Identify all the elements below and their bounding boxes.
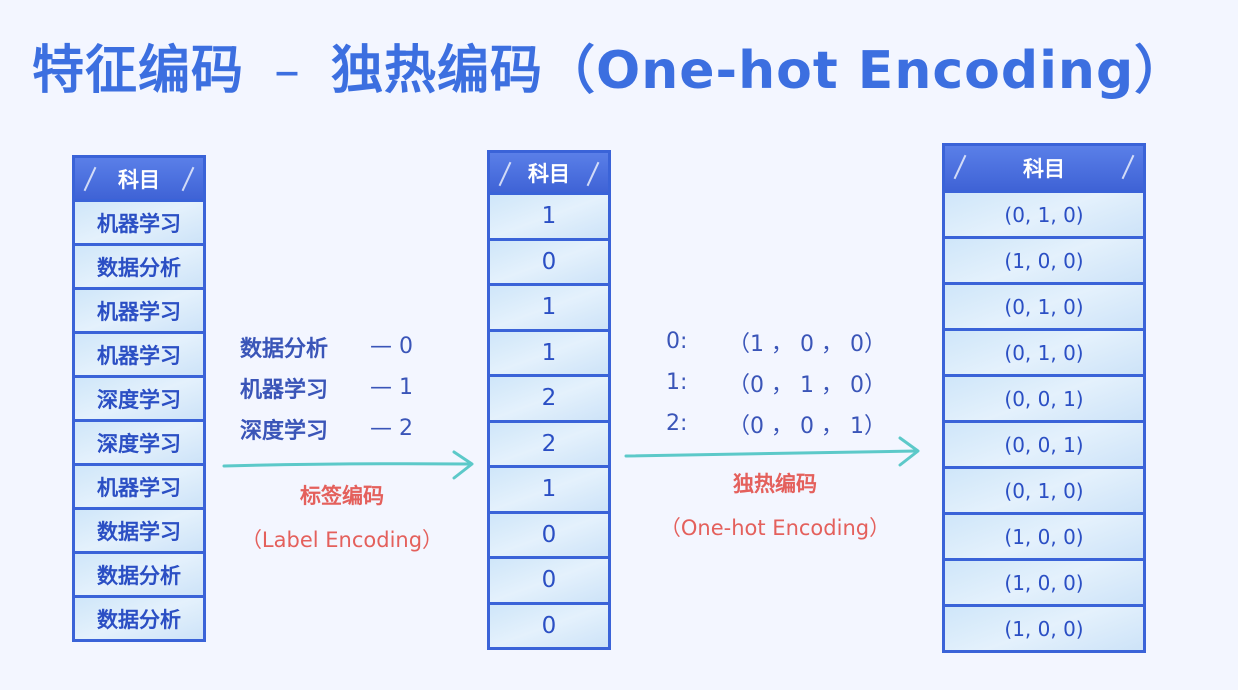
onehot-encoding-caption-sub: （One-hot Encoding） xyxy=(659,516,891,540)
onehot-table-cell: (1, 0, 0) xyxy=(942,604,1146,653)
label-table-cell: 2 xyxy=(487,374,611,423)
onehot-table-cell: (0, 0, 1) xyxy=(942,374,1146,423)
label-encoding-caption-main: 标签编码 xyxy=(300,484,384,508)
label-table-cell: 0 xyxy=(487,601,611,650)
mapping-code: — 2 xyxy=(370,416,413,441)
onehot-table-cell: (0, 0, 1) xyxy=(942,420,1146,469)
onehot-vector: （0 ， 1 ， 0） xyxy=(728,372,886,398)
mapping-category: 数据分析 xyxy=(240,336,329,362)
mapping-category: 深度学习 xyxy=(240,418,329,444)
onehot-table-cell: (0, 1, 0) xyxy=(942,466,1146,515)
original-table-cell: 数据学习 xyxy=(72,507,206,554)
onehot-table-header: 科目 xyxy=(942,143,1146,193)
original-table-header: 科目 xyxy=(72,155,206,202)
label-table-cell: 1 xyxy=(487,192,611,241)
onehot-code: 2: xyxy=(666,411,688,436)
label-table-cell: 1 xyxy=(487,328,611,377)
mapping-category: 机器学习 xyxy=(240,377,329,403)
label-mapping-row: 机器学习 — 1 xyxy=(240,367,413,408)
mapping-code: — 1 xyxy=(370,375,413,400)
onehot-encoded-table: 科目 (0, 1, 0) (1, 0, 0) (0, 1, 0) (0, 1, … xyxy=(942,143,1146,653)
label-table-cell: 0 xyxy=(487,237,611,286)
onehot-table-cell: (1, 0, 0) xyxy=(942,512,1146,561)
label-encoding-caption: 标签编码 （Label Encoding） xyxy=(232,480,452,554)
onehot-table-cell: (1, 0, 0) xyxy=(942,236,1146,285)
original-table-cell: 数据分析 xyxy=(72,595,206,642)
onehot-table-cell: (0, 1, 0) xyxy=(942,282,1146,331)
title-dash: – xyxy=(274,41,302,101)
page-title: 特征编码 – 独热编码（One-hot Encoding） xyxy=(32,28,1187,103)
original-table-cell: 数据分析 xyxy=(72,243,206,290)
onehot-table-cell: (1, 0, 0) xyxy=(942,558,1146,607)
onehot-code: 0: xyxy=(666,329,688,354)
label-table-cell: 2 xyxy=(487,419,611,468)
original-category-table: 科目 机器学习 数据分析 机器学习 机器学习 深度学习 深度学习 机器学习 数据… xyxy=(72,155,206,642)
onehot-encoding-caption-main: 独热编码 xyxy=(733,472,817,496)
onehot-mapping-row: 1: （0 ， 1 ， 0） xyxy=(666,362,886,403)
label-mapping-row: 深度学习 — 2 xyxy=(240,408,413,449)
label-mapping-list: 数据分析 — 0 机器学习 — 1 深度学习 — 2 xyxy=(240,326,413,449)
onehot-mapping-row: 0: （1 ， 0 ， 0） xyxy=(666,321,886,362)
original-table-cell: 深度学习 xyxy=(72,419,206,466)
original-table-cell: 机器学习 xyxy=(72,463,206,510)
onehot-encoding-caption: 独热编码 （One-hot Encoding） xyxy=(650,468,900,542)
onehot-table-cell: (0, 1, 0) xyxy=(942,190,1146,239)
mapping-code: — 0 xyxy=(370,334,413,359)
onehot-vector: （1 ， 0 ， 0） xyxy=(728,331,886,357)
onehot-mapping-list: 0: （1 ， 0 ， 0） 1: （0 ， 1 ， 0） 2: （0 ， 0 … xyxy=(666,321,886,444)
label-table-cell: 0 xyxy=(487,510,611,559)
label-table-cell: 0 xyxy=(487,556,611,605)
onehot-table-cell: (0, 1, 0) xyxy=(942,328,1146,377)
original-table-cell: 数据分析 xyxy=(72,551,206,598)
label-table-header: 科目 xyxy=(487,150,611,195)
original-table-cell: 机器学习 xyxy=(72,199,206,246)
label-encoding-caption-sub: （Label Encoding） xyxy=(240,528,444,552)
title-part2: 独热编码（One-hot Encoding） xyxy=(331,41,1188,101)
label-encoded-table: 科目 1 0 1 1 2 2 1 0 0 0 xyxy=(487,150,611,650)
label-table-cell: 1 xyxy=(487,465,611,514)
original-table-cell: 机器学习 xyxy=(72,287,206,334)
label-table-cell: 1 xyxy=(487,283,611,332)
original-table-cell: 机器学习 xyxy=(72,331,206,378)
label-mapping-row: 数据分析 — 0 xyxy=(240,326,413,367)
original-table-cell: 深度学习 xyxy=(72,375,206,422)
onehot-code: 1: xyxy=(666,370,688,395)
title-part1: 特征编码 xyxy=(32,41,245,101)
